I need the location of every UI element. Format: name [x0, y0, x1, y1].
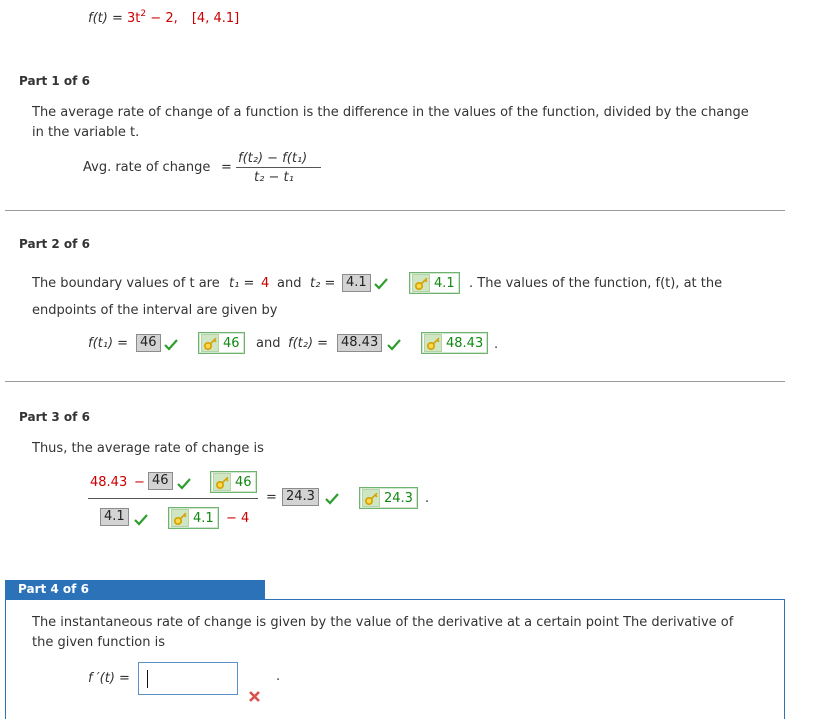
part3-text: Thus, the average rate of change is: [32, 441, 264, 456]
key-icon: [412, 274, 430, 292]
result-answer-key[interactable]: 24.3: [359, 487, 418, 509]
function-constant: 2,: [165, 11, 178, 26]
divider-1: [5, 210, 785, 211]
denominator-minus-four: − 4: [226, 511, 250, 526]
ft1-submitted-value: 46: [136, 334, 161, 352]
check-icon: [134, 513, 148, 527]
key-icon: [171, 509, 189, 527]
period: .: [494, 337, 499, 352]
result-submitted-value: 24.3: [282, 488, 319, 506]
ft2-submitted-value: 48.43: [337, 334, 383, 352]
numerator-submitted-value: 46: [148, 472, 173, 490]
t1-value: 4: [261, 276, 270, 291]
numerator-answer-value: 46: [235, 474, 252, 490]
function-label: f(t): [88, 11, 108, 26]
part1-title: Part 1 of 6: [19, 74, 90, 88]
wrong-x-icon: [248, 690, 261, 707]
numerator-answer-key[interactable]: 46: [210, 471, 257, 493]
function-minus: −: [150, 11, 162, 26]
formula-numerator: f(t₂) − f(t₁): [238, 151, 308, 166]
function-exponent: 2: [140, 9, 147, 19]
period: .: [276, 669, 281, 684]
t1-label: t₁ =: [229, 276, 255, 291]
equals-sign: =: [111, 11, 123, 26]
part1-text-line1: The average rate of change of a function…: [32, 105, 749, 120]
part2-line1-continued: . The values of the function, f(t), at t…: [469, 276, 723, 291]
check-icon: [374, 277, 388, 291]
key-icon: [201, 334, 219, 352]
part3-title: Part 3 of 6: [19, 410, 90, 424]
numerator-value: 48.43: [90, 475, 128, 490]
check-icon: [325, 492, 339, 506]
part1-text-line2: in the variable t.: [32, 125, 140, 140]
key-icon: [424, 334, 442, 352]
avg-rate-label: Avg. rate of change: [83, 160, 211, 175]
ft1-label: f(t₁) =: [88, 336, 129, 351]
denominator-submitted-value: 4.1: [100, 508, 129, 526]
t2-label: t₂ =: [310, 276, 336, 291]
check-icon: [177, 477, 191, 491]
part2-line2-text: endpoints of the interval are given by: [32, 303, 278, 318]
result-equals: =: [266, 490, 277, 505]
t2-answer-value: 4.1: [434, 275, 455, 291]
interval: [4, 4.1]: [191, 11, 240, 26]
avg-rate-equals: =: [221, 160, 232, 175]
part2-line1-text: The boundary values of t are: [32, 276, 220, 291]
ft1-answer-key[interactable]: 46: [198, 332, 245, 354]
t2-submitted-value: 4.1: [342, 274, 371, 292]
check-icon: [164, 338, 178, 352]
problem-statement: f(t) = 3t2 − 2, [4, 4.1]: [88, 9, 239, 26]
t2-answer-key[interactable]: 4.1: [409, 272, 460, 294]
function-coef: 3t: [127, 11, 141, 26]
key-icon: [213, 473, 231, 491]
divider-2: [5, 381, 785, 382]
ft2-answer-key[interactable]: 48.43: [421, 332, 489, 354]
formula-denominator: t₂ − t₁: [254, 170, 294, 185]
part2-title: Part 2 of 6: [19, 237, 90, 251]
formula-fraction-bar: [236, 167, 321, 168]
derivative-input[interactable]: [138, 662, 238, 695]
and-text: and: [277, 276, 302, 291]
denominator-answer-value: 4.1: [193, 510, 214, 526]
ft2-answer-value: 48.43: [446, 335, 484, 351]
part4-text-line2: the given function is: [32, 635, 166, 650]
key-icon: [362, 489, 380, 507]
period: .: [425, 491, 430, 506]
ft1-answer-value: 46: [223, 335, 240, 351]
denominator-answer-key[interactable]: 4.1: [168, 507, 219, 529]
part4-text-line1: The instantaneous rate of change is give…: [32, 615, 734, 630]
derivative-label: f ′(t) =: [88, 671, 130, 686]
result-answer-value: 24.3: [384, 490, 413, 506]
text-caret: [147, 670, 148, 688]
and-text-2: and: [256, 336, 281, 351]
check-icon: [387, 338, 401, 352]
result-fraction-bar: [88, 498, 258, 499]
numerator-minus: −: [134, 475, 145, 490]
ft2-label: f(t₂) =: [288, 336, 329, 351]
part4-title: Part 4 of 6: [5, 580, 265, 599]
